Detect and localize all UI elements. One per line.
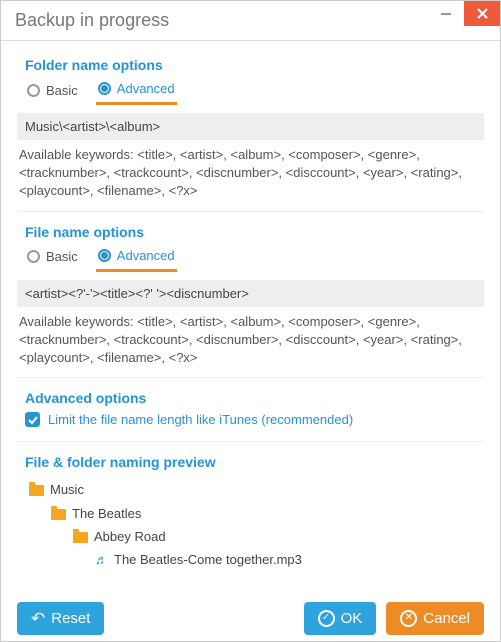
file-options-title: File name options	[25, 224, 484, 240]
advanced-options-title: Advanced options	[25, 390, 484, 406]
tree-row-album: Abbey Road	[29, 525, 476, 548]
tab-label: Advanced	[117, 248, 175, 263]
folder-icon	[73, 532, 88, 543]
reset-button[interactable]: ↶ Reset	[17, 602, 104, 635]
tree-label: The Beatles	[72, 506, 141, 521]
close-button[interactable]	[464, 1, 500, 26]
minimize-icon	[440, 8, 452, 20]
file-name-options-panel: File name options Basic Advanced Availab…	[17, 218, 484, 379]
file-tab-advanced[interactable]: Advanced	[96, 244, 177, 272]
tree-label: The Beatles-Come together.mp3	[114, 552, 302, 567]
tab-label: Advanced	[117, 81, 175, 96]
titlebar: Backup in progress	[1, 1, 500, 41]
limit-filename-checkbox[interactable]	[25, 412, 40, 427]
tree-label: Abbey Road	[94, 529, 166, 544]
radio-icon	[27, 84, 40, 97]
window-title: Backup in progress	[15, 10, 169, 31]
ok-button[interactable]: ✓ OK	[304, 602, 377, 635]
cancel-button[interactable]: ✕ Cancel	[386, 602, 484, 635]
folder-keywords-hint: Available keywords: <title>, <artist>, <…	[17, 144, 484, 201]
ok-icon: ✓	[318, 610, 335, 627]
close-icon	[477, 8, 488, 19]
advanced-options-panel: Advanced options Limit the file name len…	[17, 384, 484, 442]
naming-preview-panel: File & folder naming preview Music The B…	[17, 448, 484, 586]
file-pattern-input[interactable]	[17, 280, 484, 307]
folder-tab-advanced[interactable]: Advanced	[96, 77, 177, 105]
file-keywords-hint: Available keywords: <title>, <artist>, <…	[17, 311, 484, 368]
button-label: Cancel	[423, 610, 470, 627]
tree-row-file: ♬ The Beatles-Come together.mp3	[29, 548, 476, 571]
music-note-icon: ♬	[95, 548, 108, 571]
tree-row-artist: The Beatles	[29, 502, 476, 525]
tab-label: Basic	[46, 249, 78, 264]
minimize-button[interactable]	[428, 1, 464, 26]
button-label: Reset	[51, 610, 90, 627]
preview-tree: Music The Beatles Abbey Road ♬ The Beatle…	[17, 474, 484, 576]
folder-pattern-input[interactable]	[17, 113, 484, 140]
reset-icon: ↶	[31, 610, 45, 627]
tree-row-root: Music	[29, 478, 476, 501]
radio-icon	[27, 250, 40, 263]
cancel-icon: ✕	[400, 610, 417, 627]
folder-icon	[29, 485, 44, 496]
button-label: OK	[341, 610, 363, 627]
preview-title: File & folder naming preview	[25, 454, 484, 470]
tree-label: Music	[50, 482, 84, 497]
radio-icon	[98, 249, 111, 262]
file-tab-basic[interactable]: Basic	[25, 245, 80, 270]
folder-icon	[51, 509, 66, 520]
folder-name-options-panel: Folder name options Basic Advanced Avail…	[17, 51, 484, 212]
radio-icon	[98, 82, 111, 95]
check-icon	[28, 415, 38, 425]
button-row: ↶ Reset ✓ OK ✕ Cancel	[17, 592, 484, 635]
folder-options-title: Folder name options	[25, 57, 484, 73]
folder-tab-basic[interactable]: Basic	[25, 79, 80, 104]
tab-label: Basic	[46, 83, 78, 98]
limit-filename-label[interactable]: Limit the file name length like iTunes (…	[48, 412, 353, 427]
